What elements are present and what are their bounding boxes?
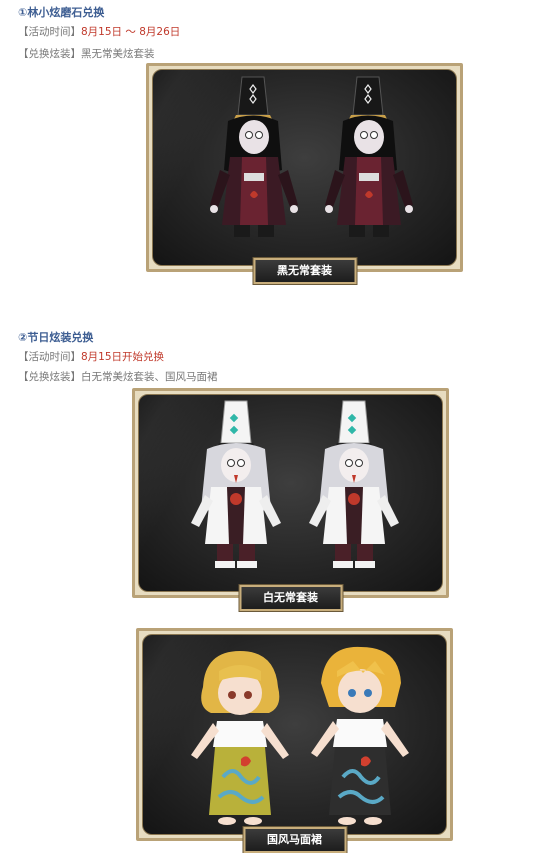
black-wuchang-image: 黑无常套装 [146,63,463,284]
section2-title: ②节日炫装兑换 [18,331,94,344]
outfit-value: 黑无常美炫套装 [81,48,155,60]
section1-time: 【活动时间】8月15日 ～ 8月26日 [18,24,180,39]
image-caption: 国风马面裙 [243,827,346,853]
time-label: 【活动时间】 [18,26,81,38]
section1-outfit: 【兑换炫装】黑无常美炫套装 [18,46,155,61]
white-outfit-figure-left [191,400,281,568]
outfit-value: 白无常美炫套装、国风马面裙 [81,371,218,383]
outfit-label: 【兑换炫装】 [18,48,81,60]
time-label: 【活动时间】 [18,351,81,363]
image-stage [138,394,443,592]
time-value: 8月15日开始兑换 [81,351,165,363]
white-wuchang-image: 白无常套装 [132,388,449,611]
image-caption: 黑无常套装 [253,258,356,284]
white-outfit-figure-right [309,400,399,568]
section1-title: ①林小炫磨石兑换 [18,6,105,19]
black-outfit-figure-right [325,76,413,237]
mamian-skirt-image: 国风马面裙 [136,628,453,853]
image-caption: 白无常套装 [239,585,342,611]
skirt-figure-left [191,651,289,825]
section2-time: 【活动时间】8月15日开始兑换 [18,349,164,364]
image-stage [152,69,457,266]
outfit-label: 【兑换炫装】 [18,371,81,383]
section2-outfit: 【兑换炫装】白无常美炫套装、国风马面裙 [18,369,218,384]
skirt-figure-right [311,646,409,825]
image-stage [142,634,447,835]
black-outfit-figure-left [210,76,298,237]
time-value: 8月15日 ～ 8月26日 [81,26,181,38]
